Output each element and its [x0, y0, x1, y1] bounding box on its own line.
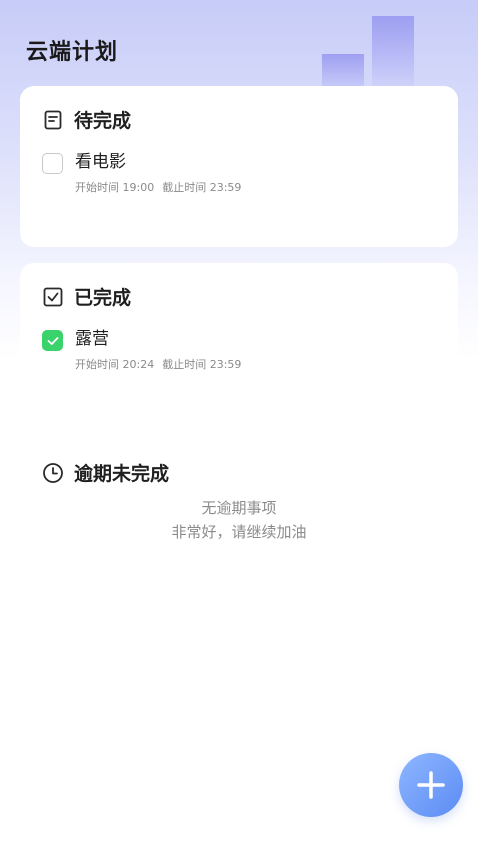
- checkmark-icon: [47, 336, 58, 345]
- task-times: 开始时间 19:00 截止时间 23:59: [75, 179, 241, 195]
- checked-square-icon: [42, 286, 64, 308]
- overdue-empty-message: 无逾期事项: [201, 499, 277, 517]
- task-name: 看电影: [75, 152, 126, 172]
- task-name: 露营: [75, 329, 109, 349]
- pending-section-title: 待完成: [74, 110, 132, 132]
- task-item[interactable]: 露营 开始时间 20:24 截止时间 23:59: [42, 328, 241, 372]
- page-title: 云端计划: [26, 40, 119, 65]
- completed-section-title: 已完成: [74, 287, 132, 309]
- completed-section-header: 已完成: [42, 283, 131, 310]
- task-item[interactable]: 看电影 开始时间 19:00 截止时间 23:59: [42, 151, 241, 195]
- decorative-bar: [372, 16, 414, 88]
- task-checkbox[interactable]: [42, 153, 63, 174]
- task-start-time: 开始时间 20:24: [75, 358, 155, 371]
- overdue-empty-encouragement: 非常好，请继续加油: [171, 523, 307, 541]
- document-icon: [42, 109, 64, 131]
- clock-icon: [42, 462, 64, 484]
- task-start-time: 开始时间 19:00: [75, 181, 155, 194]
- pending-section-header: 待完成: [42, 106, 131, 133]
- task-checkbox-checked[interactable]: [42, 330, 63, 351]
- task-text: 看电影 开始时间 19:00 截止时间 23:59: [75, 151, 241, 195]
- overdue-section-title: 逾期未完成: [74, 463, 170, 485]
- task-times: 开始时间 20:24 截止时间 23:59: [75, 356, 241, 372]
- task-text: 露营 开始时间 20:24 截止时间 23:59: [75, 328, 241, 372]
- add-task-button[interactable]: [399, 753, 463, 817]
- task-deadline: 截止时间 23:59: [162, 181, 242, 194]
- task-deadline: 截止时间 23:59: [162, 358, 242, 371]
- plus-icon: [417, 771, 445, 799]
- overdue-section-header: 逾期未完成: [42, 459, 169, 486]
